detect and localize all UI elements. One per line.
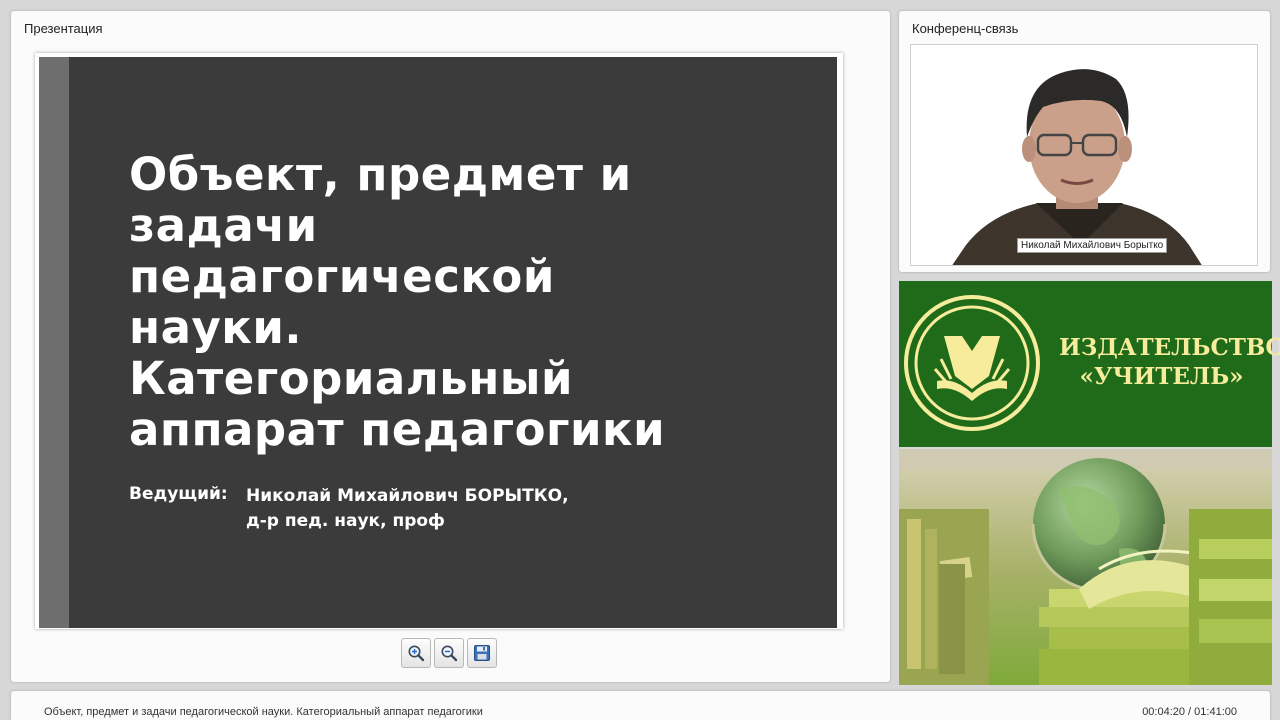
- playback-time: 00:04:20 / 01:41:00: [1142, 706, 1237, 718]
- conference-panel-title: Конференц-связь: [912, 21, 1019, 36]
- slide: Объект, предмет и задачи педагогической …: [39, 57, 837, 628]
- save-button[interactable]: [467, 638, 497, 668]
- zoom-out-icon: [441, 645, 458, 662]
- slide-presenter-line: Николай Михайлович БОРЫТКО,: [246, 486, 569, 506]
- books-globe-image: [899, 449, 1272, 685]
- publisher-name: ИЗДАТЕЛЬСТВО «УЧИТЕЛЬ»: [1059, 333, 1280, 391]
- zoom-in-icon: [408, 645, 425, 662]
- slide-title-line: Категориальный: [129, 352, 574, 405]
- books-globe-illustration: [899, 449, 1272, 685]
- lecture-title: Объект, предмет и задачи педагогической …: [44, 706, 483, 718]
- slide-presenter-line: д-р пед. наук, проф: [246, 511, 445, 531]
- slide-title-line: задачи: [129, 199, 318, 252]
- playback-bar: Объект, предмет и задачи педагогической …: [11, 691, 1270, 720]
- speaker-name-tag: Николай Михайлович Борытко: [1017, 238, 1168, 253]
- presentation-panel: Презентация Объект, предмет и задачи пед…: [11, 11, 890, 682]
- save-icon: [474, 645, 490, 661]
- publisher-name-line: ИЗДАТЕЛЬСТВО: [1059, 334, 1280, 361]
- zoom-out-button[interactable]: [434, 638, 464, 668]
- slide-title-line: Объект, предмет и: [129, 148, 632, 201]
- slide-presenter-label: Ведущий:: [129, 484, 228, 504]
- slide-title-line: педагогической: [129, 250, 555, 303]
- slide-side-strip: [39, 57, 69, 628]
- publisher-name-line: «УЧИТЕЛЬ»: [1079, 363, 1244, 390]
- slide-title: Объект, предмет и задачи педагогической …: [129, 149, 789, 455]
- slide-toolbar: [401, 638, 497, 668]
- webcam-video: Николай Михайлович Борытко: [910, 44, 1258, 266]
- slide-title-line: аппарат педагогики: [129, 403, 666, 456]
- zoom-in-button[interactable]: [401, 638, 431, 668]
- speaker-portrait: [911, 45, 1257, 265]
- presentation-panel-title: Презентация: [24, 21, 103, 36]
- slide-presenter: Николай Михайлович БОРЫТКО, д-р пед. нау…: [246, 484, 569, 534]
- slide-title-line: науки.: [129, 301, 302, 354]
- conference-panel: Конференц-связь Николай Михайлович Борыт…: [899, 11, 1270, 272]
- publisher-banner: ИЗДАТЕЛЬСТВО «УЧИТЕЛЬ»: [899, 281, 1280, 447]
- slide-frame: Объект, предмет и задачи педагогической …: [35, 53, 843, 629]
